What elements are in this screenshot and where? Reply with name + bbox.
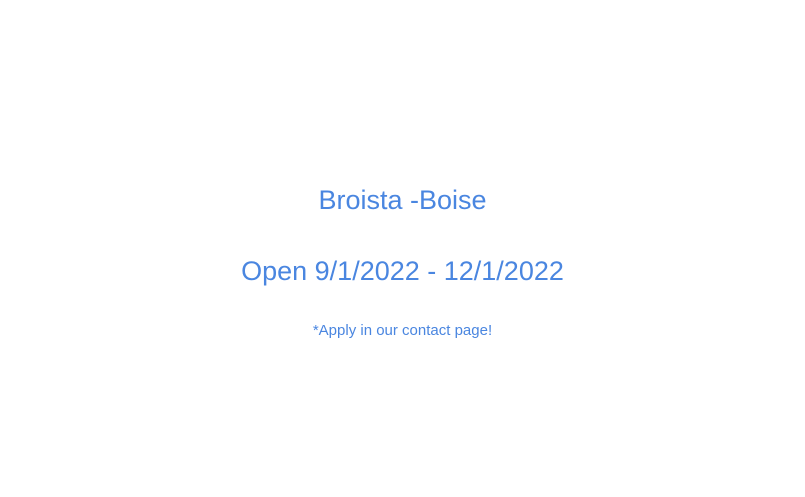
apply-note: *Apply in our contact page! [312,322,493,339]
open-dates: Open 9/1/2022 - 12/1/2022 [241,256,564,286]
job-notice-panel: Broista -Boise Open 9/1/2022 - 12/1/2022… [0,0,805,497]
location-title: Broista -Boise [318,185,487,215]
